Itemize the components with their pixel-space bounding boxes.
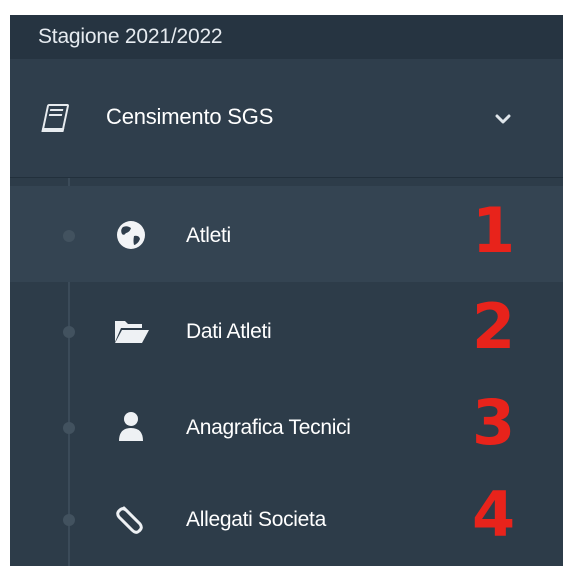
tree-bullet bbox=[63, 230, 75, 242]
season-label: Stagione 2021/2022 bbox=[10, 15, 563, 59]
menu-item-label: Allegati Societa bbox=[186, 508, 326, 531]
annotation-number: 3 bbox=[472, 386, 516, 459]
paperclip-icon bbox=[116, 506, 143, 534]
sidebar: Stagione 2021/2022 Censimento SGS Atleti… bbox=[10, 15, 563, 566]
menu-item-atleti[interactable]: Atleti 1 bbox=[10, 186, 563, 282]
menu-item-anagrafica-tecnici[interactable]: Anagrafica Tecnici 3 bbox=[10, 378, 563, 474]
annotation-number: 2 bbox=[472, 290, 516, 363]
annotation-number: 1 bbox=[472, 194, 516, 267]
globe-icon bbox=[117, 221, 145, 249]
tree-bullet bbox=[63, 514, 75, 526]
annotation-number: 4 bbox=[472, 478, 516, 551]
chevron-down-icon[interactable] bbox=[493, 109, 513, 129]
menu-item-label: Atleti bbox=[186, 224, 231, 247]
menu-section-censimento[interactable]: Censimento SGS bbox=[10, 59, 563, 177]
user-icon bbox=[119, 412, 143, 441]
book-icon bbox=[41, 104, 69, 132]
tree-bullet bbox=[63, 422, 75, 434]
menu-item-label: Anagrafica Tecnici bbox=[186, 416, 351, 439]
folder-open-icon bbox=[115, 321, 149, 343]
menu-item-allegati-societa[interactable]: Allegati Societa 4 bbox=[10, 470, 563, 566]
section-label: Censimento SGS bbox=[106, 104, 274, 129]
menu-item-label: Dati Atleti bbox=[186, 320, 272, 343]
tree-bullet bbox=[63, 326, 75, 338]
menu-item-dati-atleti[interactable]: Dati Atleti 2 bbox=[10, 282, 563, 378]
submenu: Atleti 1 Dati Atleti 2 Anagrafica Tecnic… bbox=[10, 178, 563, 566]
